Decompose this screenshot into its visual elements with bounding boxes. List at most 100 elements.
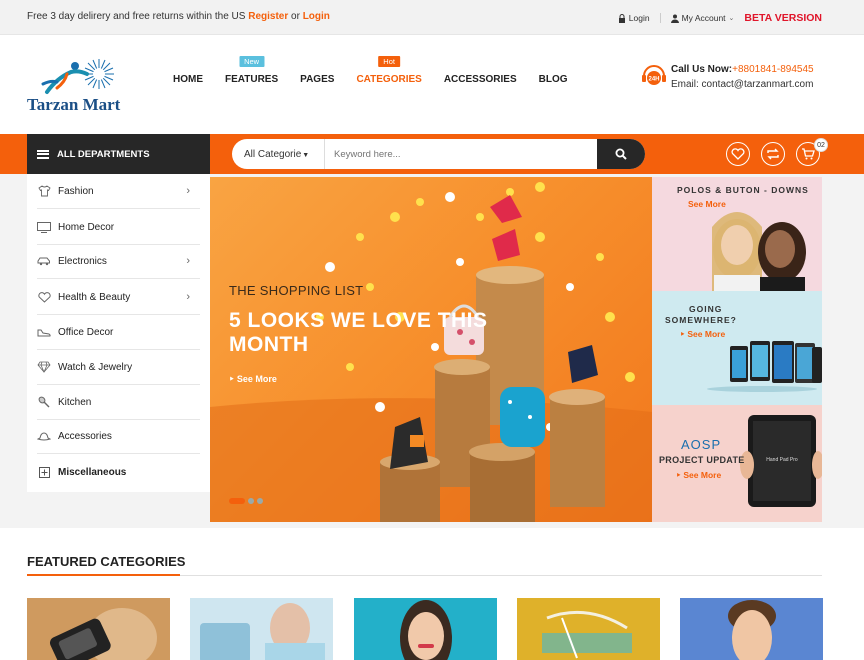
cart-icon bbox=[802, 148, 815, 160]
hero-title: 5 LOOKS WE LOVE THIS MONTH bbox=[229, 309, 488, 356]
heading-underline bbox=[27, 574, 180, 576]
sidebar-item-label: Watch & Jewelry bbox=[58, 361, 133, 373]
sidebar-item-watch-jewelry[interactable]: Watch & Jewelry bbox=[37, 350, 200, 385]
slider-dot[interactable] bbox=[257, 498, 263, 504]
hat-icon bbox=[37, 430, 51, 442]
shoe-icon bbox=[37, 326, 51, 338]
search-button[interactable] bbox=[597, 139, 645, 169]
nav-blog[interactable]: BLOG bbox=[539, 74, 568, 85]
sidebar-item-label: Office Decor bbox=[58, 326, 114, 338]
category-thumb[interactable] bbox=[680, 598, 823, 660]
department-sidebar: Fashion › Home Decor Electronics › Healt… bbox=[27, 174, 210, 492]
sidebar-item-label: Health & Beauty bbox=[58, 291, 131, 303]
category-thumb[interactable] bbox=[354, 598, 497, 660]
search-bar-strip: ALL DEPARTMENTS All Categorie▼ 02 bbox=[0, 134, 864, 174]
support-24h-icon: 24H bbox=[642, 65, 666, 85]
chevron-right-icon: › bbox=[186, 291, 190, 303]
logo[interactable]: Tarzan Mart bbox=[27, 58, 122, 118]
sidebar-item-accessories[interactable]: Accessories bbox=[37, 419, 200, 454]
nav-home[interactable]: HOME bbox=[173, 74, 203, 85]
main-nav: HOME New FEATURES PAGES Hot CATEGORIES ACC… bbox=[173, 56, 590, 85]
hot-badge: Hot bbox=[378, 56, 400, 67]
promo-title: GOING bbox=[689, 304, 723, 314]
nav-label: PAGES bbox=[300, 74, 335, 85]
new-badge: New bbox=[239, 56, 265, 67]
spoon-icon bbox=[37, 396, 51, 408]
search-input[interactable] bbox=[326, 139, 596, 169]
header-actions: 02 bbox=[726, 138, 828, 166]
promo-title: POLOS & BUTON - DOWNS bbox=[677, 185, 809, 195]
sidebar-item-miscellaneous[interactable]: Miscellaneous bbox=[37, 455, 200, 490]
logo-mark-icon bbox=[41, 59, 114, 94]
promo-banner-phones[interactable]: GOING SOMEWHERE? ‣ See More bbox=[652, 291, 822, 405]
sidebar-item-label: Home Decor bbox=[58, 221, 115, 233]
promo-banner-polos[interactable]: POLOS & BUTON - DOWNS See More bbox=[652, 177, 822, 291]
chevron-right-icon: › bbox=[186, 185, 190, 197]
sidebar-item-office-decor[interactable]: Office Decor bbox=[37, 315, 200, 350]
login-button[interactable]: Login bbox=[618, 13, 650, 23]
car-icon bbox=[37, 255, 51, 267]
promo-see-more-label: See More bbox=[683, 470, 722, 480]
slider-dot[interactable] bbox=[248, 498, 254, 504]
register-link[interactable]: Register bbox=[248, 11, 288, 22]
sidebar-item-health-beauty[interactable]: Health & Beauty › bbox=[37, 280, 200, 315]
all-departments-button[interactable]: ALL DEPARTMENTS bbox=[27, 134, 210, 174]
login-label: Login bbox=[628, 13, 650, 23]
sidebar-item-label: Electronics bbox=[58, 255, 107, 267]
cart-count-badge: 02 bbox=[814, 138, 828, 152]
promo-see-more-label: See More bbox=[687, 329, 726, 339]
my-account-label: My Account bbox=[681, 13, 726, 23]
promo-title: SOMEWHERE? bbox=[665, 315, 737, 325]
sidebar-item-kitchen[interactable]: Kitchen bbox=[37, 385, 200, 420]
sidebar-item-label: Fashion bbox=[58, 185, 94, 197]
bag-image bbox=[200, 603, 325, 660]
tablet-label: Hand Pad Pro bbox=[766, 457, 798, 463]
search-icon bbox=[615, 148, 627, 160]
promo-see-more[interactable]: See More bbox=[688, 199, 726, 209]
cart-button[interactable]: 02 bbox=[796, 138, 828, 166]
refresh-icon bbox=[767, 148, 779, 160]
section-divider bbox=[27, 574, 822, 576]
sidebar-item-home-decor[interactable]: Home Decor bbox=[37, 210, 200, 245]
shipping-promo: Free 3 day delirery and free returns wit… bbox=[27, 11, 330, 22]
compare-button[interactable] bbox=[761, 142, 785, 166]
man-image bbox=[728, 600, 776, 660]
phone-line: Call Us Now:+8801841-894545 bbox=[671, 64, 814, 75]
promo-see-more[interactable]: ‣ See More bbox=[680, 329, 725, 340]
sneaker-image bbox=[542, 610, 632, 659]
featured-categories-heading: FEATURED CATEGORIES bbox=[27, 554, 186, 569]
user-icon bbox=[670, 14, 679, 23]
top-bar: Free 3 day delirery and free returns wit… bbox=[0, 0, 864, 35]
category-thumb[interactable] bbox=[517, 598, 660, 660]
nav-categories[interactable]: Hot CATEGORIES bbox=[356, 56, 422, 85]
sidebar-item-fashion[interactable]: Fashion › bbox=[37, 174, 200, 209]
email-line[interactable]: Email: contact@tarzanmart.com bbox=[671, 79, 813, 90]
logo-text: Tarzan Mart bbox=[27, 95, 121, 114]
promo-see-more[interactable]: ‣ See More bbox=[676, 470, 721, 481]
phones-image bbox=[707, 341, 822, 392]
slider-dot-active[interactable] bbox=[229, 498, 245, 504]
promo-banner-tablet[interactable]: Hand Pad Pro AOSP PROJECT UPDATE ‣ See M… bbox=[652, 405, 822, 522]
slider-pagination bbox=[229, 498, 263, 504]
hero-slider[interactable]: THE SHOPPING LIST 5 LOOKS WE LOVE THIS M… bbox=[210, 177, 652, 522]
my-account-dropdown[interactable]: My Account ⌄ bbox=[670, 13, 735, 23]
heart-outline-icon bbox=[37, 291, 51, 303]
nav-label: HOME bbox=[173, 74, 203, 85]
sidebar-item-label: Kitchen bbox=[58, 396, 92, 408]
nav-features[interactable]: New FEATURES bbox=[225, 56, 278, 85]
nav-label: BLOG bbox=[538, 74, 568, 85]
wishlist-button[interactable] bbox=[726, 142, 750, 166]
nav-label: ACCESSORIES bbox=[443, 74, 517, 85]
nav-accessories[interactable]: ACCESSORIES bbox=[444, 74, 517, 85]
nav-pages[interactable]: PAGES bbox=[300, 74, 334, 85]
hero-see-more-link[interactable]: ‣ See More bbox=[229, 374, 277, 385]
sidebar-item-electronics[interactable]: Electronics › bbox=[37, 244, 200, 279]
category-thumb[interactable] bbox=[190, 598, 333, 660]
category-select[interactable]: All Categorie▼ bbox=[232, 139, 325, 169]
login-link[interactable]: Login bbox=[303, 11, 330, 22]
chevron-down-icon: ⌄ bbox=[728, 15, 735, 22]
promo-text: Free 3 day delirery and free returns wit… bbox=[27, 11, 246, 22]
phone-number[interactable]: +8801841-894545 bbox=[732, 64, 813, 75]
category-thumb[interactable] bbox=[27, 598, 170, 660]
heart-icon bbox=[731, 148, 745, 160]
